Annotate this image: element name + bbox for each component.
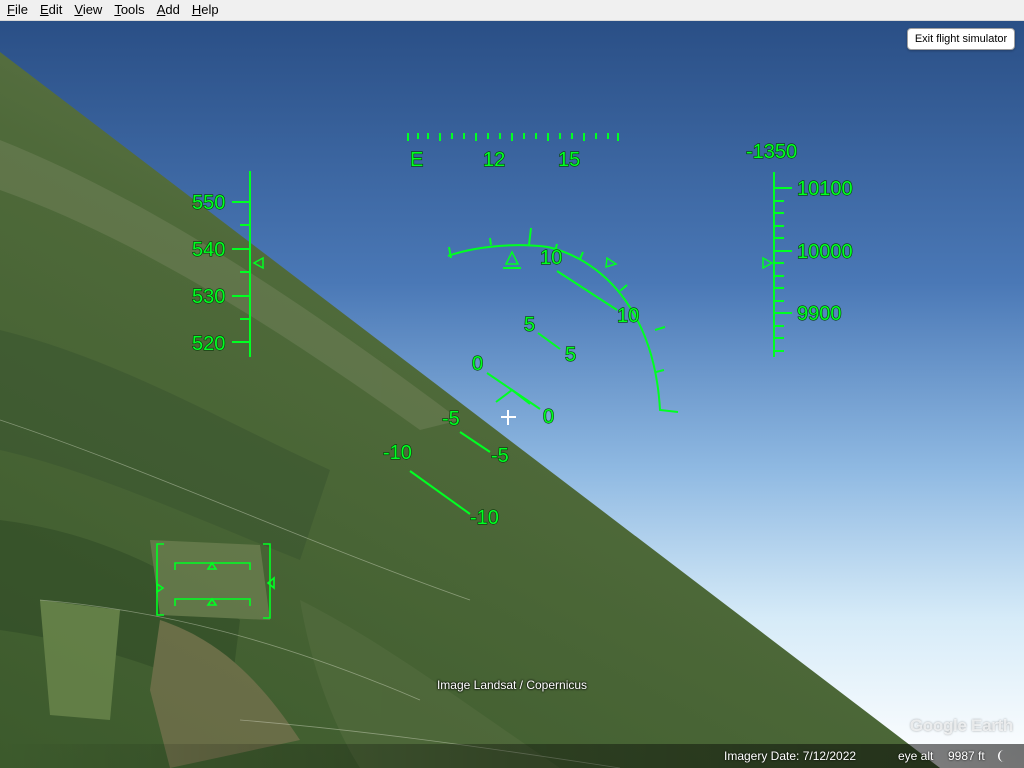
crosshair-cursor	[501, 410, 516, 425]
exit-flight-simulator-button[interactable]: Exit flight simulator	[907, 28, 1015, 50]
speed-label-520: 520	[192, 333, 225, 355]
earth-view[interactable]: E 12 15 -1350 550 540 530 520 10100 1000…	[0, 21, 1024, 768]
vertical-speed-readout: -1350	[746, 141, 797, 163]
status-bar: Imagery Date: 7/12/2022 eye alt 9987 ft	[0, 744, 1024, 768]
altitude-tape	[762, 172, 792, 357]
menu-edit[interactable]: Edit	[35, 0, 67, 20]
pitch-label-0-left: 0	[472, 353, 483, 375]
pitch-label-10-right: 10	[617, 305, 639, 327]
pitch-label-minus10-left: -10	[383, 442, 412, 464]
pitch-label-5-right: 5	[565, 344, 576, 366]
altitude-label-10000: 10000	[797, 241, 853, 263]
menu-view[interactable]: View	[69, 0, 107, 20]
imagery-date: Imagery Date: 7/12/2022	[724, 749, 857, 763]
google-earth-logo: Google Earth	[909, 716, 1013, 735]
speed-label-550: 550	[192, 192, 225, 214]
imagery-attribution: Image Landsat / Copernicus	[436, 678, 588, 692]
eye-alt-value: 9987 ft	[948, 749, 985, 763]
heading-label-e: E	[410, 149, 423, 171]
menu-bar: File Edit View Tools Add Help	[0, 0, 1024, 21]
airspeed-tape	[232, 171, 264, 357]
altitude-label-9900: 9900	[797, 303, 842, 325]
altitude-label-10100: 10100	[797, 178, 853, 200]
pitch-label-5-left: 5	[524, 314, 535, 336]
pitch-label-minus5-right: -5	[491, 445, 509, 467]
throttle-indicator	[156, 543, 275, 619]
menu-file[interactable]: File	[2, 0, 33, 20]
pitch-label-minus10-right: -10	[470, 507, 499, 529]
pitch-label-0-right: 0	[543, 406, 554, 428]
bank-indicator	[447, 227, 679, 413]
hud-overlay: E 12 15 -1350 550 540 530 520 10100 1000…	[156, 133, 853, 619]
heading-tape	[407, 133, 619, 141]
menu-help[interactable]: Help	[187, 0, 224, 20]
speed-label-530: 530	[192, 286, 225, 308]
menu-tools[interactable]: Tools	[109, 0, 149, 20]
eye-alt-label: eye alt	[898, 749, 934, 763]
pitch-label-minus5-left: -5	[442, 408, 460, 430]
bank-label: 10	[540, 247, 562, 269]
heading-label-15: 15	[558, 149, 580, 171]
pitch-ladder	[409, 270, 618, 515]
menu-add[interactable]: Add	[152, 0, 185, 20]
streaming-progress-icon	[998, 750, 1004, 762]
aircraft-symbol	[495, 388, 531, 405]
heading-label-12: 12	[483, 149, 505, 171]
speed-label-540: 540	[192, 239, 225, 261]
